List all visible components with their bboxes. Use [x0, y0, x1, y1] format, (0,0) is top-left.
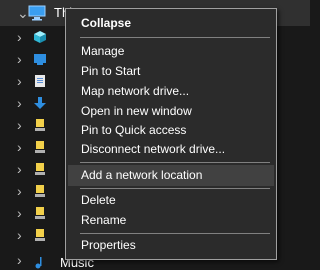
- network-drive-icon: [35, 141, 45, 153]
- menu-separator: [80, 188, 270, 189]
- menu-item-pin-to-start[interactable]: Pin to Start: [68, 61, 274, 82]
- chevron-right-icon[interactable]: ›: [17, 228, 29, 242]
- tree-item-drive-4[interactable]: ›: [0, 180, 60, 202]
- chevron-right-icon[interactable]: ›: [17, 206, 29, 220]
- cube-icon: [34, 31, 46, 43]
- menu-separator: [80, 233, 270, 234]
- network-drive-icon: [35, 185, 45, 197]
- menu-separator: [80, 162, 270, 163]
- tree-item-drive-3[interactable]: ›: [0, 158, 60, 180]
- network-drive-icon: [35, 163, 45, 175]
- tree-item-documents[interactable]: ›: [0, 70, 60, 92]
- desktop-icon: [34, 54, 46, 65]
- chevron-right-icon[interactable]: ›: [17, 184, 29, 198]
- document-icon: [35, 75, 45, 87]
- chevron-right-icon[interactable]: ›: [17, 96, 29, 110]
- menu-item-add-network-location[interactable]: Add a network location: [68, 165, 274, 186]
- menu-item-manage[interactable]: Manage: [68, 41, 274, 62]
- network-drive-icon: [35, 119, 45, 131]
- menu-item-pin-to-quick-access[interactable]: Pin to Quick access: [68, 120, 274, 141]
- tree-item-music[interactable]: ›: [0, 246, 60, 269]
- menu-item-disconnect-network-drive[interactable]: Disconnect network drive...: [68, 139, 274, 160]
- menu-item-collapse[interactable]: Collapse: [68, 13, 274, 34]
- tree-item-desktop[interactable]: ›: [0, 48, 60, 70]
- menu-item-delete[interactable]: Delete: [68, 190, 274, 211]
- tree-item-drive-1[interactable]: ›: [0, 114, 60, 136]
- chevron-right-icon[interactable]: ›: [17, 118, 29, 132]
- chevron-right-icon[interactable]: ›: [17, 30, 29, 44]
- menu-item-open-in-new-window[interactable]: Open in new window: [68, 101, 274, 122]
- chevron-right-icon[interactable]: ›: [17, 52, 29, 66]
- tree-item-downloads[interactable]: ›: [0, 92, 60, 114]
- chevron-right-icon[interactable]: ›: [17, 74, 29, 88]
- tree-item-drive-2[interactable]: ›: [0, 136, 60, 158]
- tree-item-3d-objects[interactable]: ›: [0, 26, 60, 48]
- menu-item-map-network-drive[interactable]: Map network drive...: [68, 81, 274, 102]
- network-drive-icon: [35, 229, 45, 241]
- menu-item-properties[interactable]: Properties: [68, 235, 274, 256]
- menu-separator: [80, 37, 270, 38]
- computer-icon: [28, 5, 46, 21]
- chevron-right-icon[interactable]: ›: [17, 140, 29, 154]
- tree-item-drive-5[interactable]: ›: [0, 202, 60, 224]
- download-arrow-icon: [34, 97, 46, 109]
- chevron-right-icon[interactable]: ›: [17, 253, 29, 267]
- context-menu: Collapse Manage Pin to Start Map network…: [65, 8, 277, 260]
- tree-item-drive-6[interactable]: ›: [0, 224, 60, 246]
- menu-item-rename[interactable]: Rename: [68, 210, 274, 231]
- network-drive-icon: [35, 207, 45, 219]
- chevron-right-icon[interactable]: ›: [17, 162, 29, 176]
